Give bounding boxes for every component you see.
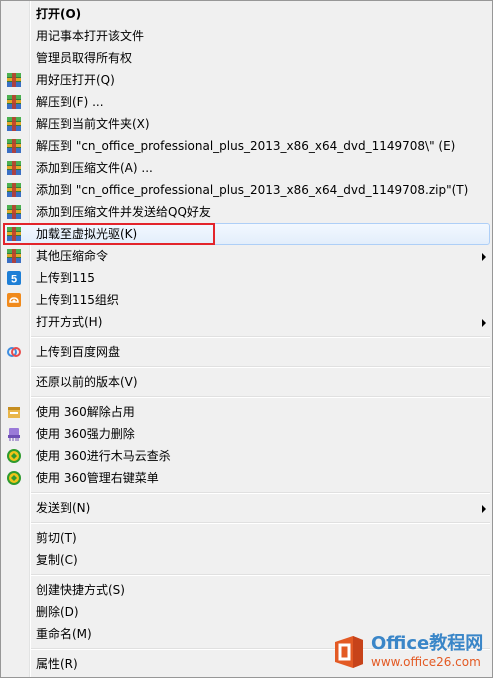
menu-item-21[interactable]: 使用 360强力删除: [1, 423, 492, 445]
menu-item-11[interactable]: 其他压缩命令: [1, 245, 492, 267]
menu-item-6[interactable]: 解压到 "cn_office_professional_plus_2013_x8…: [1, 135, 492, 157]
menu-item-label: 剪切(T): [36, 531, 77, 545]
office-logo-icon: [335, 636, 363, 668]
menu-separator: [1, 571, 492, 579]
menu-item-2[interactable]: 管理员取得所有权: [1, 47, 492, 69]
menu-item-label: 解压到当前文件夹(X): [36, 117, 150, 131]
haozip-icon: [6, 116, 22, 132]
submenu-arrow-icon: [482, 319, 486, 327]
menu-item-label: 上传到115: [36, 271, 95, 285]
menu-item-16[interactable]: 上传到百度网盘: [1, 341, 492, 363]
watermark: Office教程网 www.office26.com: [331, 632, 489, 672]
watermark-url: www.office26.com: [371, 655, 481, 669]
menu-list: 打开(O) 用记事本打开该文件 管理员取得所有权 用好压打开(Q) 解压到(F) ...…: [1, 3, 492, 675]
watermark-brand: Office教程网: [371, 633, 484, 654]
menu-item-label: 重命名(M): [36, 627, 92, 641]
haozip-icon: [6, 248, 22, 264]
context-menu: 打开(O) 用记事本打开该文件 管理员取得所有权 用好压打开(Q) 解压到(F) ...…: [0, 0, 493, 678]
haozip-icon: [6, 138, 22, 154]
menu-item-label: 使用 360管理右键菜单: [36, 471, 159, 485]
menu-item-10[interactable]: 加载至虚拟光驱(K): [1, 223, 492, 245]
menu-item-5[interactable]: 解压到当前文件夹(X): [1, 113, 492, 135]
menu-item-label: 打开(O): [36, 7, 82, 21]
menu-item-label: 上传到百度网盘: [36, 345, 121, 359]
menu-item-label: 复制(C): [36, 553, 78, 567]
menu-item-label: 创建快捷方式(S): [36, 583, 125, 597]
haozip-icon: [6, 160, 22, 176]
haozip-icon: [6, 182, 22, 198]
baidu-netdisk-icon: [6, 344, 22, 360]
menu-item-12[interactable]: 5 上传到115: [1, 267, 492, 289]
115-icon: 5: [6, 270, 22, 286]
menu-separator: [1, 363, 492, 371]
menu-item-7[interactable]: 添加到压缩文件(A) ...: [1, 157, 492, 179]
menu-item-label: 解压到 "cn_office_professional_plus_2013_x8…: [36, 139, 456, 153]
menu-item-label: 用好压打开(Q): [36, 73, 115, 87]
menu-item-label: 上传到115组织: [36, 293, 119, 307]
menu-separator: [1, 489, 492, 497]
menu-item-label: 用记事本打开该文件: [36, 29, 145, 43]
menu-item-30[interactable]: 创建快捷方式(S): [1, 579, 492, 601]
menu-item-8[interactable]: 添加到 "cn_office_professional_plus_2013_x8…: [1, 179, 492, 201]
menu-item-label: 使用 360解除占用: [36, 405, 135, 419]
360-scan-icon: [6, 448, 22, 464]
haozip-icon: [6, 226, 22, 242]
submenu-arrow-icon: [482, 505, 486, 513]
360-unlock-icon: [6, 404, 22, 420]
menu-item-1[interactable]: 用记事本打开该文件: [1, 25, 492, 47]
menu-item-3[interactable]: 用好压打开(Q): [1, 69, 492, 91]
menu-item-label: 使用 360进行木马云查杀: [36, 449, 171, 463]
menu-item-label: 添加到压缩文件(A) ...: [36, 161, 153, 175]
menu-item-18[interactable]: 还原以前的版本(V): [1, 371, 492, 393]
menu-item-14[interactable]: 打开方式(H): [1, 311, 492, 333]
menu-separator: [1, 333, 492, 341]
menu-item-label: 加载至虚拟光驱(K): [36, 227, 138, 241]
360-menu-icon: [6, 470, 22, 486]
menu-item-22[interactable]: 使用 360进行木马云查杀: [1, 445, 492, 467]
menu-item-28[interactable]: 复制(C): [1, 549, 492, 571]
menu-item-25[interactable]: 发送到(N): [1, 497, 492, 519]
menu-item-label: 添加到 "cn_office_professional_plus_2013_x8…: [36, 183, 469, 197]
menu-item-label: 使用 360强力删除: [36, 427, 135, 441]
menu-separator: [1, 393, 492, 401]
menu-item-label: 解压到(F) ...: [36, 95, 104, 109]
haozip-icon: [6, 72, 22, 88]
menu-item-label: 属性(R): [36, 657, 78, 671]
haozip-icon: [6, 94, 22, 110]
menu-item-label: 删除(D): [36, 605, 79, 619]
svg-text:5: 5: [11, 274, 17, 286]
menu-separator: [1, 519, 492, 527]
menu-item-label: 管理员取得所有权: [36, 51, 133, 65]
115-org-icon: [6, 292, 22, 308]
haozip-icon: [6, 204, 22, 220]
menu-item-31[interactable]: 删除(D): [1, 601, 492, 623]
menu-item-13[interactable]: 上传到115组织: [1, 289, 492, 311]
menu-item-0[interactable]: 打开(O): [1, 3, 492, 25]
menu-item-label: 还原以前的版本(V): [36, 375, 138, 389]
menu-item-4[interactable]: 解压到(F) ...: [1, 91, 492, 113]
360-shred-icon: [6, 426, 22, 442]
menu-item-label: 发送到(N): [36, 501, 91, 515]
menu-item-label: 其他压缩命令: [36, 249, 109, 263]
menu-item-label: 打开方式(H): [36, 315, 103, 329]
menu-item-27[interactable]: 剪切(T): [1, 527, 492, 549]
menu-item-20[interactable]: 使用 360解除占用: [1, 401, 492, 423]
menu-item-23[interactable]: 使用 360管理右键菜单: [1, 467, 492, 489]
menu-item-9[interactable]: 添加到压缩文件并发送给QQ好友: [1, 201, 492, 223]
submenu-arrow-icon: [482, 253, 486, 261]
menu-item-label: 添加到压缩文件并发送给QQ好友: [36, 205, 211, 219]
